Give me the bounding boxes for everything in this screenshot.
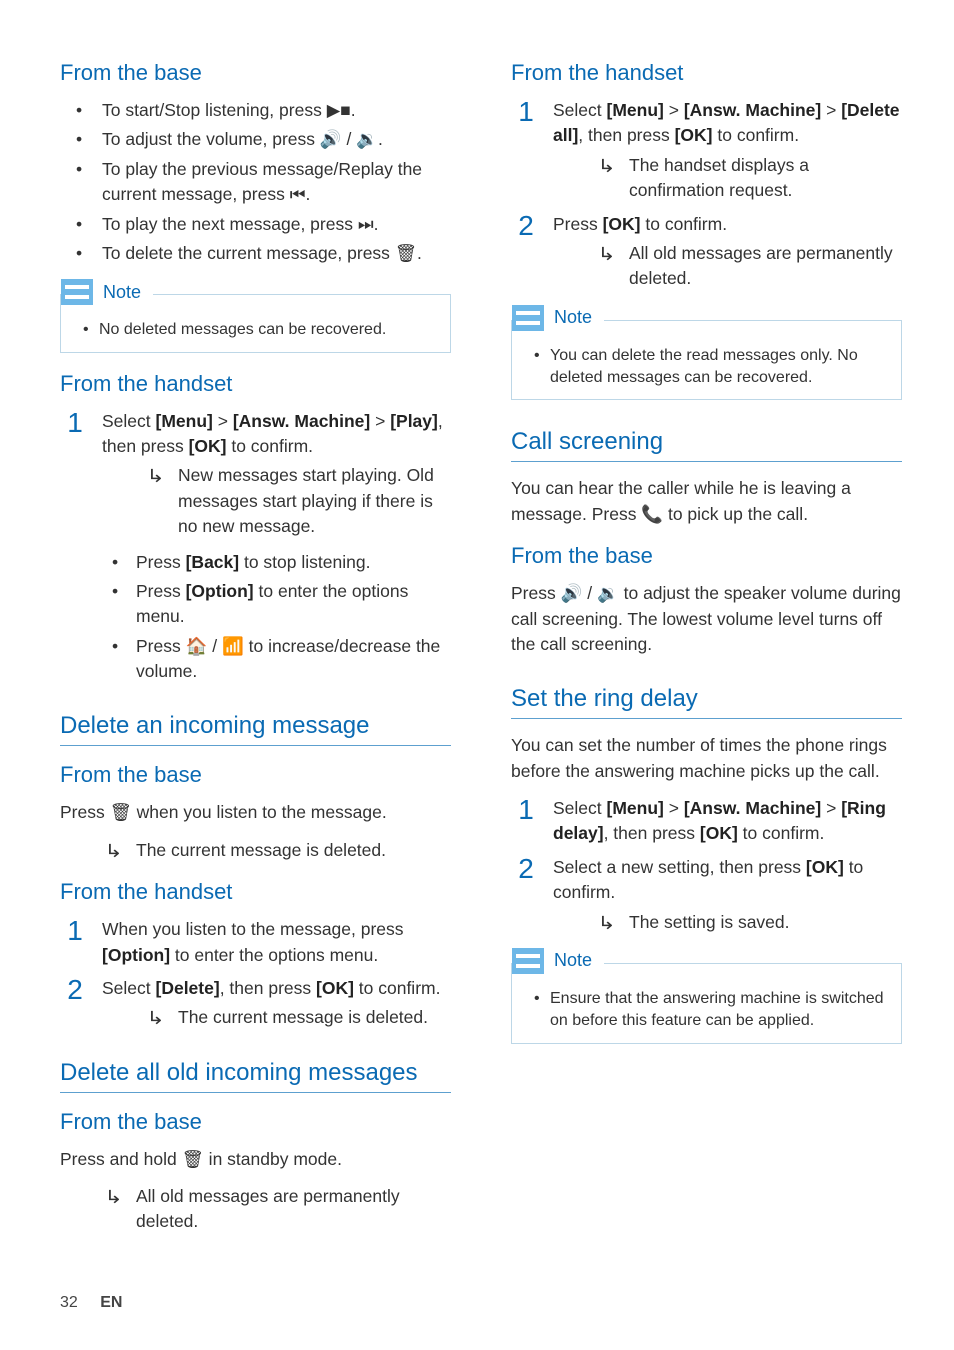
page-number: 32: [60, 1294, 78, 1311]
heading-from-handset: From the handset: [511, 60, 902, 86]
handset-delete-steps: When you listen to the message, press [O…: [60, 917, 451, 1031]
language-code: EN: [100, 1294, 122, 1311]
step-item: Select [Menu] > [Answ. Machine] > [Ring …: [511, 796, 902, 847]
list-item: To start/Stop listening, press ▶■.: [60, 98, 451, 123]
step-result: All old messages are permanently deleted…: [553, 241, 902, 292]
body-text: You can hear the caller while he is leav…: [511, 476, 902, 527]
heading-from-base: From the base: [60, 60, 451, 86]
heading-from-base: From the base: [60, 762, 451, 788]
note-text: Ensure that the answering machine is swi…: [538, 988, 889, 1033]
step-item: Select [Menu] > [Answ. Machine] > [Delet…: [511, 98, 902, 204]
step-item: Select [Menu] > [Answ. Machine] > [Play]…: [60, 409, 451, 540]
heading-from-handset: From the handset: [60, 879, 451, 905]
page-footer: 32 EN: [60, 1294, 122, 1312]
base-instructions: To start/Stop listening, press ▶■. To ad…: [60, 98, 451, 266]
heading-ring-delay: Set the ring delay: [511, 685, 902, 719]
list-item: Press 🏠 / 📶 to increase/decrease the vol…: [60, 634, 451, 685]
note-label: Note: [103, 280, 141, 305]
note-icon: [61, 279, 93, 305]
heading-delete-all: Delete all old incoming messages: [60, 1059, 451, 1093]
handset-steps: Select [Menu] > [Answ. Machine] > [Play]…: [60, 409, 451, 540]
heading-from-base: From the base: [60, 1109, 451, 1135]
note-box: Note No deleted messages can be recovere…: [60, 294, 451, 352]
step-result: New messages start playing. Old messages…: [102, 463, 451, 539]
heading-call-screening: Call screening: [511, 428, 902, 462]
list-item: To adjust the volume, press 🔊 / 🔉.: [60, 127, 451, 152]
body-text: Press and hold 🗑 in standby mode.: [60, 1147, 451, 1172]
ring-delay-steps: Select [Menu] > [Answ. Machine] > [Ring …: [511, 796, 902, 935]
step-result: The setting is saved.: [553, 910, 902, 935]
step-item: Select [Delete], then press [OK] to conf…: [60, 976, 451, 1031]
page-content: From the base To start/Stop listening, p…: [0, 0, 954, 1350]
left-column: From the base To start/Stop listening, p…: [60, 60, 451, 1320]
heading-from-base: From the base: [511, 543, 902, 569]
body-text: You can set the number of times the phon…: [511, 733, 902, 784]
note-text: You can delete the read messages only. N…: [538, 345, 889, 390]
note-label: Note: [554, 305, 592, 330]
note-box: Note Ensure that the answering machine i…: [511, 963, 902, 1044]
sub-bullets: Press [Back] to stop listening. Press [O…: [60, 550, 451, 685]
list-item: Press [Option] to enter the options menu…: [60, 579, 451, 630]
list-item: To play the next message, press ⏭.: [60, 212, 451, 237]
list-item: To play the previous message/Replay the …: [60, 157, 451, 208]
step-result: The handset displays a confirmation requ…: [553, 153, 902, 204]
list-item: Press [Back] to stop listening.: [60, 550, 451, 575]
body-text: Press 🔊 / 🔉 to adjust the speaker volume…: [511, 581, 902, 657]
step-result: The current message is deleted.: [102, 1005, 451, 1030]
note-icon: [512, 305, 544, 331]
delete-all-handset-steps: Select [Menu] > [Answ. Machine] > [Delet…: [511, 98, 902, 292]
step-result: All old messages are permanently deleted…: [60, 1184, 451, 1235]
note-text: No deleted messages can be recovered.: [87, 319, 438, 341]
note-label: Note: [554, 948, 592, 973]
heading-delete-incoming: Delete an incoming message: [60, 712, 451, 746]
note-box: Note You can delete the read messages on…: [511, 320, 902, 401]
right-column: From the handset Select [Menu] > [Answ. …: [511, 60, 902, 1320]
step-item: Select a new setting, then press [OK] to…: [511, 855, 902, 935]
step-item: Press [OK] to confirm. All old messages …: [511, 212, 902, 292]
list-item: To delete the current message, press 🗑.: [60, 241, 451, 266]
step-item: When you listen to the message, press [O…: [60, 917, 451, 968]
note-icon: [512, 948, 544, 974]
heading-from-handset: From the handset: [60, 371, 451, 397]
body-text: Press 🗑 when you listen to the message.: [60, 800, 451, 825]
step-result: The current message is deleted.: [60, 838, 451, 863]
